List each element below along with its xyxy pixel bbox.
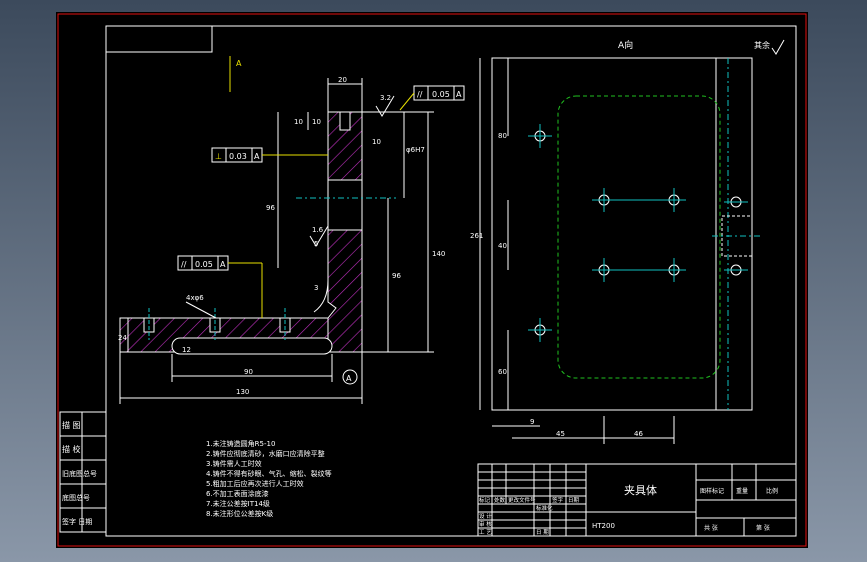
tol2-symbol: ⊥	[215, 152, 222, 161]
strip-cell-4: 底图总号	[62, 493, 90, 502]
dim-10a: 10	[294, 118, 303, 126]
view-arrow-label: A	[236, 59, 242, 68]
top-screw-hole	[339, 111, 351, 131]
note-5: 5.粗加工后应再次进行人工时效	[206, 479, 304, 488]
vertical-leg-section	[327, 111, 363, 353]
dim-9: 9	[530, 418, 534, 426]
vertical-leg-bore	[327, 179, 363, 231]
tb-mark-2: 处数	[494, 496, 506, 504]
roughness-other-icon	[771, 39, 785, 55]
svg-text:1.6: 1.6	[312, 226, 324, 234]
title-block: 标记 处数 更改文件号 签字 日期 设 计 审 核 工 艺 标准化 日 期 夹具…	[477, 463, 797, 537]
dim-130: 130	[236, 388, 249, 396]
tb-sheet-mark: 图样标记	[700, 487, 724, 495]
dim-96b: 96	[392, 272, 401, 280]
tol-frame-low: // 0.05 A	[177, 255, 263, 318]
dim-80: 80	[498, 132, 507, 140]
tb-mark-4: 签字	[552, 496, 564, 504]
tol-frame-top: // 0.05 A	[399, 85, 465, 111]
dim-140: 140	[432, 250, 445, 258]
note-7: 7.未注公差按IT14级	[206, 499, 270, 508]
tb-date-label: 日 期	[536, 529, 549, 536]
dim-24: 24	[118, 334, 127, 342]
tb-weight: 重量	[736, 487, 748, 495]
dim-12: 12	[182, 346, 191, 354]
tb-mark-3: 更改文件号	[508, 496, 536, 504]
tb-mark-5: 日期	[568, 497, 580, 504]
strip-cell-3: 旧底图总号	[62, 469, 97, 478]
dim-45: 45	[556, 430, 565, 438]
dim-46: 46	[634, 430, 643, 438]
a-view-holes	[528, 124, 762, 342]
tol3-symbol: //	[181, 260, 187, 269]
hole-callout: 4xφ6	[186, 294, 204, 302]
tb-mark-1: 标记	[479, 496, 491, 504]
note-3: 3.铸件需人工时效	[206, 459, 262, 468]
part-name: 夹具体	[624, 483, 657, 497]
tol1-value: 0.05	[432, 90, 450, 99]
strip-cell-1: 描 图	[62, 420, 81, 430]
note-2: 2.铸件应彻底清砂，水磨口应清除平整	[206, 449, 325, 458]
dim-hole-spec: φ6H7	[406, 146, 425, 154]
tol3-datum: A	[220, 260, 226, 269]
tb-total-sheets: 共 张	[704, 524, 718, 532]
roughness-2: 1.6	[309, 225, 329, 247]
section-dimensions: 20 10 10 10 96 140 96 φ6H7 3 5 24 12 90	[118, 76, 445, 404]
strip-cell-5: 签字 日期	[62, 517, 92, 526]
svg-text:3.2: 3.2	[380, 94, 391, 102]
tol-frame-mid: ⊥ 0.03 A	[211, 147, 328, 163]
dim-261: 261	[470, 232, 483, 240]
tol3-value: 0.05	[195, 260, 213, 269]
a-view-dimensions: 261 80 40 60 9 45 46	[470, 58, 675, 444]
dim-90: 90	[244, 368, 253, 376]
tb-std-label: 标准化	[536, 504, 553, 512]
cad-drawing: 描 图 描 校 旧底图总号 底图总号 签字 日期 A 20 10 10 10 9…	[57, 13, 807, 547]
base-relief-slot	[171, 337, 333, 355]
tol2-value: 0.03	[229, 152, 247, 161]
tb-role-process: 工 艺	[479, 529, 492, 536]
dim-3: 3	[314, 284, 318, 292]
strip-cell-2: 描 校	[62, 444, 81, 454]
tb-role-review: 审 核	[479, 520, 492, 528]
dim-60: 60	[498, 368, 507, 376]
corner-code-box	[105, 25, 213, 53]
dim-10c: 10	[372, 138, 381, 146]
hidden-pocket	[557, 95, 721, 379]
section-view: A 20 10 10 10 96 140 96 φ6H7 3 5 24 12 9…	[118, 56, 465, 404]
tb-role-design: 设 计	[479, 512, 492, 520]
plate-outline	[491, 57, 753, 411]
material: HT200	[592, 522, 615, 530]
datum-a-label: A	[346, 374, 352, 383]
note-8: 8.未注形位公差按K级	[206, 509, 273, 518]
tol1-datum: A	[456, 90, 462, 99]
tol2-datum: A	[254, 152, 260, 161]
note-1: 1.未注铸造圆角R5-10	[206, 439, 275, 448]
tb-sheet-no: 第 张	[756, 524, 770, 532]
technical-notes: 1.未注铸造圆角R5-10 2.铸件应彻底清砂，水磨口应清除平整 3.铸件需人工…	[206, 439, 332, 518]
left-strip-table: 描 图 描 校 旧底图总号 底图总号 签字 日期	[59, 411, 107, 533]
dim-96: 96	[266, 204, 275, 212]
roughness-1: 3.2	[375, 94, 395, 117]
tb-scale: 比例	[766, 487, 778, 495]
dim-40: 40	[498, 242, 507, 250]
dim-20: 20	[338, 76, 347, 84]
roughness-other-label: 其余	[754, 40, 770, 50]
tol1-symbol: //	[417, 90, 423, 99]
dim-10b: 10	[312, 118, 321, 126]
a-view: A向 其余 261 80 40 60 9 45 46	[470, 39, 785, 444]
drawing-canvas: 描 图 描 校 旧底图总号 底图总号 签字 日期 A 20 10 10 10 9…	[56, 12, 808, 548]
a-view-title: A向	[618, 39, 633, 51]
note-4: 4.铸件不得有砂眼、气孔、缩松、裂纹等	[206, 469, 332, 478]
note-6: 6.不加工表面涂底漆	[206, 489, 269, 498]
